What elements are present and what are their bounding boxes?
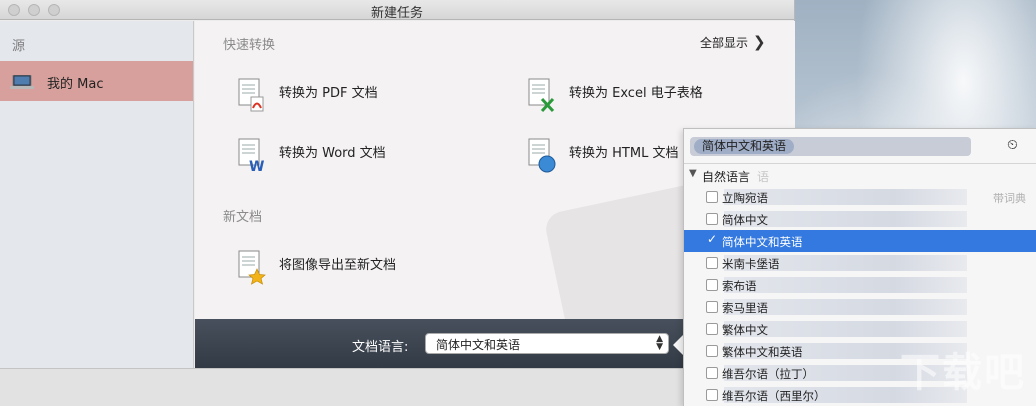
group-ghost-text: 语 [757, 170, 770, 184]
language-name: 繁体中文 [722, 323, 768, 337]
window-title: 新建任务 [370, 6, 423, 21]
title-bar: 新建任务 [0, 0, 794, 21]
language-name: 简体中文 [722, 213, 768, 227]
export-image-label: 将图像导出至新文档 [279, 258, 397, 273]
language-checkbox[interactable] [706, 257, 718, 269]
language-option[interactable]: 米南卡堡语 [684, 252, 1036, 274]
language-checkbox[interactable] [706, 301, 718, 313]
dictionary-column-label: 带词典 [993, 192, 1026, 205]
language-row-highlight [724, 277, 967, 293]
sidebar: 源 我的 Mac [0, 21, 194, 368]
convert-excel-label: 转换为 Excel 电子表格 [569, 86, 703, 101]
language-checkbox[interactable] [706, 367, 718, 379]
convert-pdf-action[interactable]: 转换为 PDF 文档 [235, 77, 495, 113]
sidebar-item-label: 我的 Mac [47, 77, 104, 92]
image-export-icon [238, 250, 266, 285]
checkmark-icon[interactable]: ✓ [707, 232, 717, 246]
document-language-select[interactable]: 简体中文和英语 ▲ ▼ [425, 333, 669, 354]
clock-icon[interactable]: ⏲ [1007, 137, 1018, 153]
language-option[interactable]: 索布语 [684, 274, 1036, 296]
language-name: 米南卡堡语 [722, 257, 780, 271]
language-checkbox[interactable] [706, 213, 718, 225]
language-name: 立陶宛语 [722, 191, 768, 205]
language-option[interactable]: 索马里语 [684, 296, 1036, 318]
word-doc-icon: W [238, 138, 264, 173]
language-name: 索布语 [722, 279, 757, 293]
language-name: 维吾尔语（拉丁） [722, 367, 814, 381]
language-checkbox[interactable] [706, 191, 718, 203]
convert-html-label: 转换为 HTML 文档 [569, 146, 679, 161]
language-option[interactable]: ✓ 简体中文和英语 [684, 230, 1036, 252]
window-footer [0, 368, 795, 406]
document-language-label: 文档语言: [352, 340, 409, 355]
language-name: 索马里语 [722, 301, 768, 315]
language-option[interactable]: 繁体中文 [684, 318, 1036, 340]
laptop-icon [10, 75, 34, 89]
convert-word-label: 转换为 Word 文档 [279, 146, 386, 161]
chevron-right-icon[interactable]: ❯ [753, 33, 766, 51]
language-checkbox[interactable] [706, 279, 718, 291]
popover-arrow [673, 335, 683, 355]
sidebar-item-my-mac[interactable]: 我的 Mac [0, 61, 193, 101]
language-name: 繁体中文和英语 [722, 345, 803, 359]
svg-text:W: W [249, 159, 264, 173]
document-language-value: 简体中文和英语 [436, 338, 521, 352]
quick-convert-title: 快速转换 [223, 38, 276, 53]
group-label: 自然语言 [702, 170, 751, 184]
popover-divider [684, 163, 1036, 164]
convert-pdf-label: 转换为 PDF 文档 [279, 86, 378, 101]
language-checkbox[interactable] [706, 345, 718, 357]
sidebar-header: 源 [12, 39, 26, 54]
new-document-title: 新文档 [223, 210, 263, 225]
language-search-field[interactable]: 简体中文和英语 [690, 137, 971, 156]
language-search-token[interactable]: 简体中文和英语 [694, 139, 795, 154]
html-doc-icon [528, 138, 556, 173]
convert-excel-action[interactable]: 转换为 Excel 电子表格 [525, 77, 785, 113]
show-all-link[interactable]: 全部显示 [700, 34, 748, 51]
natural-language-group[interactable]: ▼ 自然语言 语 [684, 165, 1036, 185]
language-option[interactable]: 简体中文 [684, 208, 1036, 230]
language-name: 维吾尔语（西里尔） [722, 389, 826, 403]
convert-word-action[interactable]: W 转换为 Word 文档 [235, 137, 495, 173]
language-checkbox[interactable] [706, 323, 718, 335]
pdf-doc-icon [238, 78, 264, 112]
watermark-logo: 下载吧 [900, 350, 1026, 396]
export-image-action[interactable]: 将图像导出至新文档 [235, 249, 495, 285]
language-checkbox[interactable] [706, 389, 718, 401]
disclosure-triangle-icon[interactable]: ▼ [689, 168, 697, 179]
language-name: 简体中文和英语 [722, 235, 803, 249]
language-option[interactable]: 立陶宛语 带词典 [684, 186, 1036, 208]
updown-arrows-icon: ▲ ▼ [656, 334, 663, 352]
excel-doc-icon [528, 78, 555, 113]
